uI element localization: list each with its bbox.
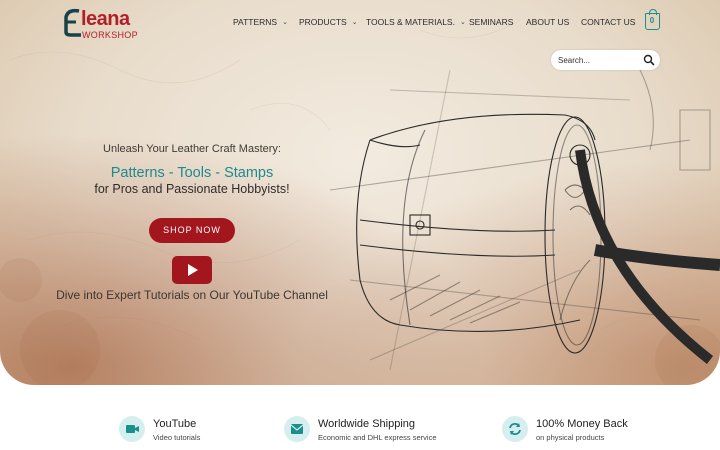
feature-subtitle: Video tutorials bbox=[153, 433, 201, 442]
nav-item-patterns[interactable]: PATTERNS ⌄ bbox=[233, 17, 288, 28]
hero-headline: Patterns - Tools - Stamps bbox=[110, 165, 274, 181]
feature-title: YouTube bbox=[153, 418, 197, 430]
nav-item-contact-us[interactable]: CONTACT US bbox=[581, 17, 635, 28]
page: leana WORKSHOP PATTERNS ⌄ PRODUCTS ⌄ TOOLS… bbox=[0, 0, 720, 450]
nav-item-about-us[interactable]: ABOUT US bbox=[526, 17, 569, 28]
brand-name: leana bbox=[81, 8, 130, 30]
feature-subtitle: Economic and DHL express service bbox=[318, 433, 437, 442]
brand-subtitle: WORKSHOP bbox=[82, 30, 138, 40]
search-box bbox=[551, 50, 660, 70]
shop-now-button[interactable]: SHOP NOW bbox=[149, 218, 235, 243]
video-camera-icon bbox=[126, 425, 139, 433]
youtube-caption: Dive into Expert Tutorials on Our YouTub… bbox=[56, 288, 328, 302]
feature-title: 100% Money Back bbox=[536, 418, 628, 430]
envelope-icon bbox=[290, 424, 304, 434]
feature-title: Worldwide Shipping bbox=[318, 418, 416, 430]
chevron-down-icon: ⌄ bbox=[459, 19, 466, 26]
leather-bag-sketch bbox=[330, 70, 720, 370]
nav-label: CONTACT US bbox=[581, 17, 636, 27]
nav-label: SEMINARS bbox=[469, 17, 514, 27]
chevron-down-icon: ⌄ bbox=[282, 19, 288, 26]
nav-item-seminars[interactable]: SEMINARS bbox=[469, 17, 513, 28]
search-icon[interactable] bbox=[643, 54, 655, 66]
nav-item-tools-materials[interactable]: TOOLS & MATERIALS. ⌄ bbox=[366, 17, 466, 28]
feature-icon-badge bbox=[502, 416, 528, 442]
feature-subtitle: on physical products bbox=[536, 433, 605, 442]
feature-icon-badge bbox=[284, 416, 310, 442]
nav-label: ABOUT US bbox=[526, 17, 570, 27]
refresh-icon bbox=[509, 423, 521, 435]
hero-tagline: Unleash Your Leather Craft Mastery: bbox=[103, 143, 281, 155]
brand-logo[interactable]: leana WORKSHOP bbox=[60, 8, 140, 40]
cart-button[interactable]: 0 bbox=[645, 9, 660, 30]
cart-count: 0 bbox=[649, 16, 655, 25]
chevron-down-icon: ⌄ bbox=[351, 19, 358, 26]
nav-label: PRODUCTS bbox=[299, 17, 347, 27]
hero-subheadline: for Pros and Passionate Hobbyists! bbox=[94, 182, 290, 196]
nav-label: PATTERNS bbox=[233, 17, 278, 27]
feature-icon-badge bbox=[119, 416, 145, 442]
nav-item-products[interactable]: PRODUCTS ⌄ bbox=[299, 17, 358, 28]
nav-label: TOOLS & MATERIALS. bbox=[366, 17, 455, 27]
search-input[interactable] bbox=[558, 54, 638, 66]
youtube-play-icon[interactable] bbox=[172, 256, 212, 284]
